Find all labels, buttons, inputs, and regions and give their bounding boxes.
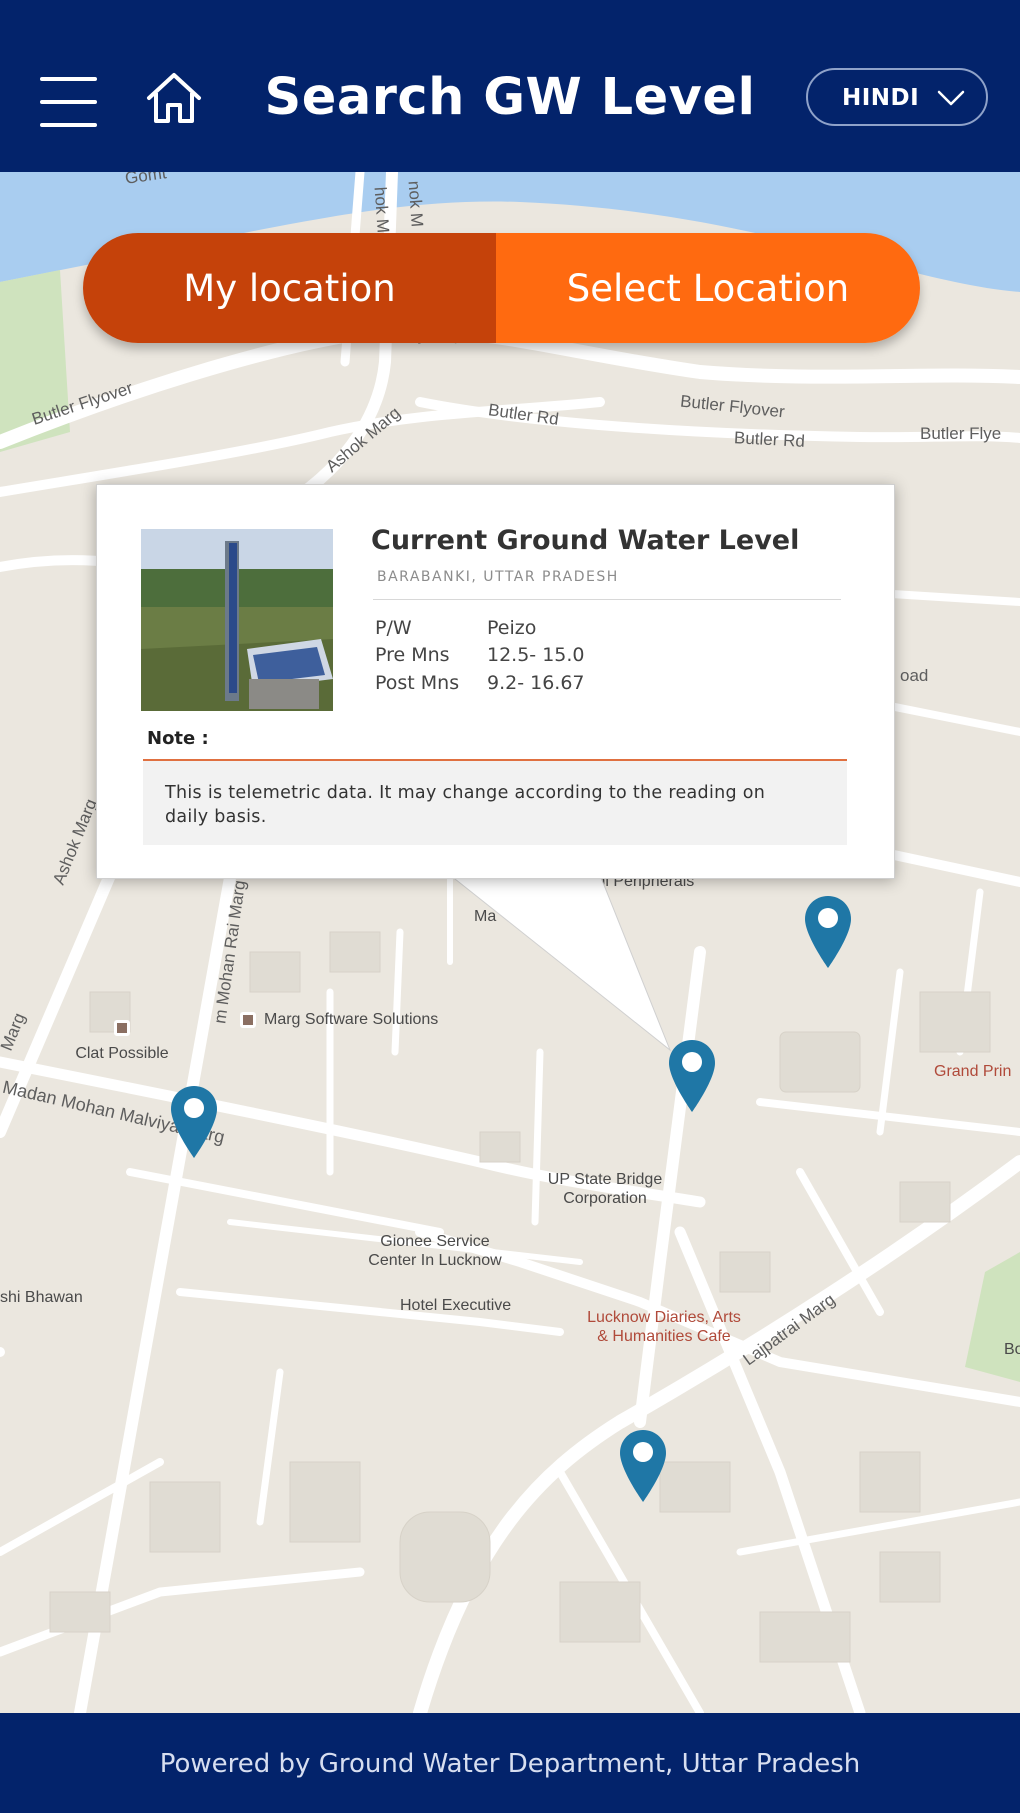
- poi-marg-software[interactable]: Marg Software Solutions: [240, 1010, 438, 1029]
- select-location-button[interactable]: Select Location: [496, 233, 920, 343]
- poi-marker-icon: [114, 1020, 130, 1036]
- page-title: Search GW Level: [264, 68, 756, 127]
- row-value-pre-mns: 12.5- 15.0: [487, 644, 585, 666]
- map-label-road-right: oad: [900, 666, 929, 685]
- poi-bo[interactable]: Bo: [1004, 1340, 1020, 1359]
- poi-label: Marg Software Solutions: [264, 1011, 439, 1028]
- map-pin-icon[interactable]: [618, 1428, 668, 1504]
- info-popup: Current Ground Water Level BARABANKI, UT…: [96, 484, 895, 879]
- poi-up-state-bridge[interactable]: UP State Bridge Corporation: [530, 1170, 680, 1208]
- menu-icon[interactable]: [40, 77, 97, 127]
- language-label: HINDI: [842, 85, 920, 111]
- map-pin-icon[interactable]: [667, 1038, 717, 1114]
- poi-label: Clat Possible: [75, 1045, 169, 1062]
- map-pin-icon[interactable]: [803, 894, 853, 970]
- poi-marker-icon: [240, 1011, 256, 1028]
- map-view[interactable]: Gomt hok M nok M Butler Flyover Butler F…: [0, 172, 1020, 1713]
- poi-ma[interactable]: Ma: [474, 907, 496, 926]
- home-icon[interactable]: [143, 67, 205, 129]
- row-value-pw: Peizo: [487, 617, 537, 639]
- poi-label: Lucknow Diaries, Arts & Humanities Cafe: [587, 1309, 741, 1345]
- poi-label: shi Bhawan: [0, 1289, 83, 1306]
- map-pin-icon[interactable]: [169, 1084, 219, 1160]
- popup-subtitle: BARABANKI, UTTAR PRADESH: [377, 569, 619, 585]
- row-key-post-mns: Post Mns: [375, 672, 460, 694]
- map-label-butler-rd-2: Butler Rd: [733, 428, 806, 451]
- poi-shi-bhawan[interactable]: shi Bhawan: [0, 1288, 83, 1307]
- footer-text: Powered by Ground Water Department, Utta…: [159, 1749, 861, 1779]
- poi-lucknow-diaries[interactable]: Lucknow Diaries, Arts & Humanities Cafe: [584, 1308, 744, 1346]
- poi-label: Gionee Service Center In Lucknow: [368, 1233, 502, 1269]
- map-label-ashok-m-2: nok M: [404, 180, 427, 228]
- chevron-down-icon: [937, 90, 965, 106]
- row-key-pw: P/W: [375, 617, 412, 639]
- poi-hotel-executive[interactable]: Hotel Executive: [400, 1296, 511, 1315]
- note-text: This is telemetric data. It may change a…: [165, 783, 766, 827]
- map-label-butler-flyover-edge: Butler Flye: [920, 424, 1002, 443]
- map-label-ashok-m: hok M: [370, 186, 393, 234]
- well-photo: [141, 529, 333, 711]
- poi-label: Hotel Executive: [400, 1297, 512, 1314]
- note-box: This is telemetric data. It may change a…: [143, 761, 847, 845]
- popup-divider: [373, 599, 841, 600]
- note-label: Note :: [147, 728, 209, 749]
- poi-gionee[interactable]: Gionee Service Center In Lucknow: [360, 1232, 510, 1270]
- app-footer: Powered by Ground Water Department, Utta…: [0, 1713, 1020, 1813]
- my-location-button[interactable]: My location: [83, 233, 496, 343]
- poi-label: UP State Bridge Corporation: [547, 1171, 663, 1207]
- poi-clat-possible[interactable]: Clat Possible: [62, 1020, 182, 1063]
- row-value-post-mns: 9.2- 16.67: [487, 672, 585, 694]
- language-selector[interactable]: HINDI: [806, 68, 988, 126]
- popup-title: Current Ground Water Level: [371, 525, 800, 556]
- location-toggle: My location Select Location: [83, 233, 920, 343]
- poi-grand-prin[interactable]: Grand Prin: [934, 1062, 1011, 1081]
- row-key-pre-mns: Pre Mns: [375, 644, 450, 666]
- app-header: Search GW Level HINDI: [0, 0, 1020, 172]
